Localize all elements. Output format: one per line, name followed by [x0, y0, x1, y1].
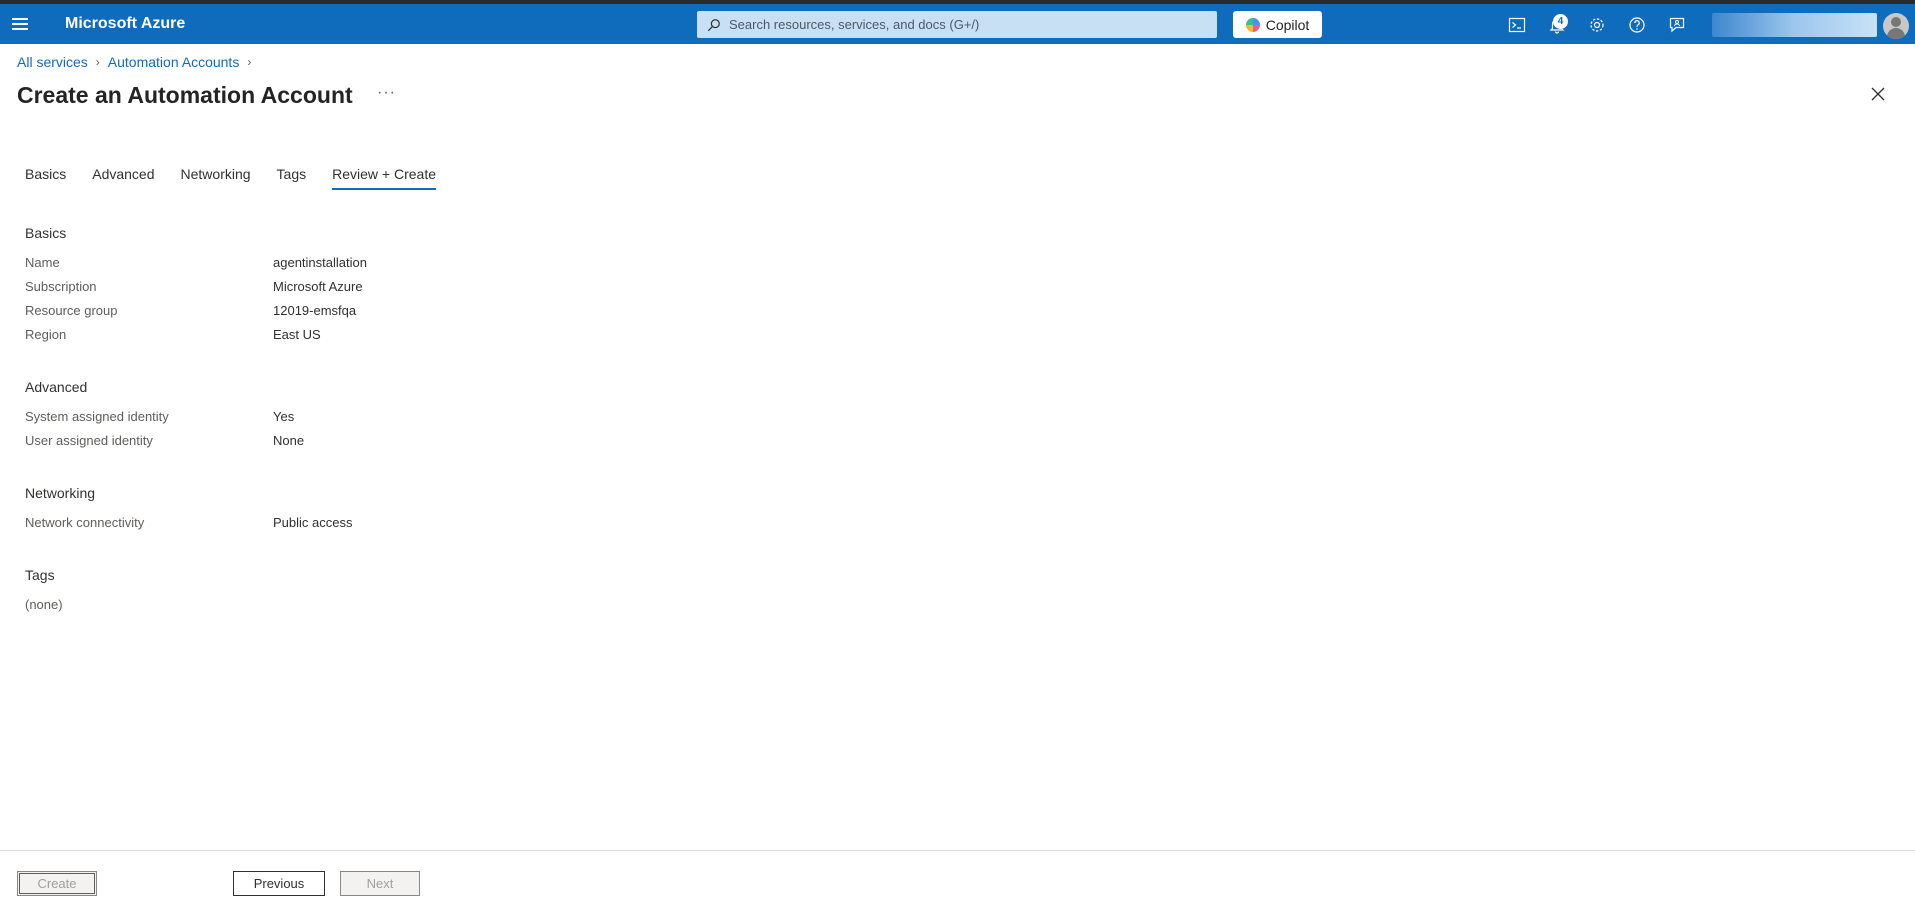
chevron-right-icon: › [247, 55, 252, 69]
breadcrumb-all-services[interactable]: All services [17, 54, 88, 70]
value-network-connectivity: Public access [273, 515, 353, 530]
notification-badge: 4 [1553, 14, 1568, 29]
account-name-area[interactable] [1712, 13, 1877, 37]
global-search[interactable] [697, 11, 1217, 38]
label-region: Region [25, 327, 67, 342]
next-button[interactable]: Next [340, 871, 420, 896]
value-subscription: Microsoft Azure [273, 279, 363, 294]
feedback-icon[interactable] [1668, 16, 1686, 34]
chevron-right-icon: › [95, 55, 100, 69]
tab-networking[interactable]: Networking [181, 166, 251, 190]
value-user-assigned-identity: None [273, 433, 305, 448]
copilot-label: Copilot [1265, 16, 1310, 33]
value-resource-group: 12019-emsfqa [273, 303, 357, 318]
section-title-advanced: Advanced [25, 379, 88, 395]
footer-divider [0, 850, 1915, 851]
value-region: East US [273, 327, 321, 342]
more-options-icon[interactable]: ··· [377, 84, 396, 102]
tab-advanced[interactable]: Advanced [92, 166, 154, 190]
close-icon[interactable] [1870, 86, 1886, 102]
label-user-assigned-identity: User assigned identity [25, 433, 153, 448]
gear-icon[interactable] [1588, 16, 1606, 34]
search-input[interactable] [729, 17, 1217, 32]
section-title-tags: Tags [25, 567, 55, 583]
copilot-button[interactable]: Copilot [1233, 11, 1322, 38]
brand-name[interactable]: Microsoft Azure [65, 15, 185, 33]
value-name: agentinstallation [273, 255, 367, 270]
cloud-shell-icon[interactable] [1508, 16, 1526, 34]
previous-button[interactable]: Previous [233, 871, 325, 896]
section-title-basics: Basics [25, 225, 67, 241]
label-system-assigned-identity: System assigned identity [25, 409, 169, 424]
page-title: Create an Automation Account [17, 82, 353, 108]
azure-top-bar: Microsoft Azure Copilot 4 [0, 4, 1915, 44]
label-subscription: Subscription [25, 279, 97, 294]
tab-tags[interactable]: Tags [277, 166, 307, 190]
label-network-connectivity: Network connectivity [25, 515, 145, 530]
value-system-assigned-identity: Yes [273, 409, 295, 424]
tab-basics[interactable]: Basics [25, 166, 66, 190]
search-icon [707, 18, 720, 31]
section-title-networking: Networking [25, 485, 96, 501]
breadcrumb-automation-accounts[interactable]: Automation Accounts [108, 54, 240, 70]
create-button[interactable]: Create [17, 871, 97, 896]
avatar[interactable] [1883, 13, 1909, 39]
label-name: Name [25, 255, 60, 270]
label-resource-group: Resource group [25, 303, 118, 318]
breadcrumb: All services › Automation Accounts › [17, 54, 259, 70]
tags-empty: (none) [25, 597, 63, 612]
help-icon[interactable] [1628, 16, 1646, 34]
menu-icon[interactable] [12, 15, 30, 33]
tab-review-create[interactable]: Review + Create [332, 166, 436, 190]
copilot-icon [1245, 17, 1260, 32]
wizard-tabs: Basics Advanced Networking Tags Review +… [25, 166, 462, 190]
